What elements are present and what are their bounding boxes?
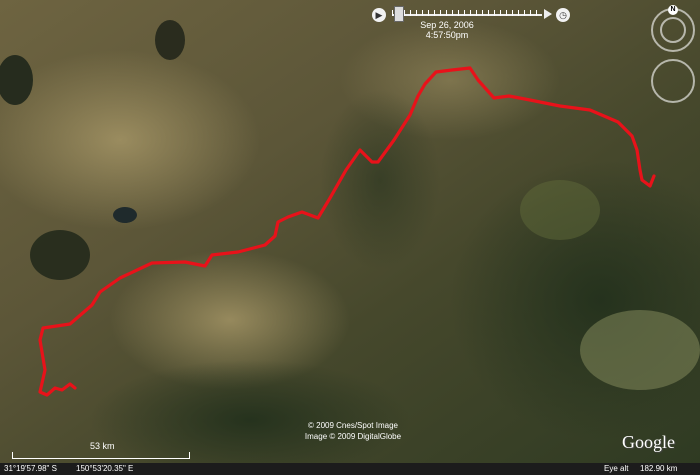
time-ticks [392, 10, 542, 16]
time-label: Sep 26, 2006 4:57:50pm [402, 20, 492, 40]
north-label[interactable]: N [668, 5, 678, 15]
time-text: 4:57:50pm [425, 30, 469, 40]
status-bar: 31°19'57.98" S 150°53'20.35" E Eye alt 1… [0, 463, 700, 475]
look-ring-icon[interactable] [660, 17, 686, 43]
satellite-map[interactable] [0, 0, 700, 475]
eye-alt-label: Eye alt [604, 464, 629, 473]
google-logo: Google [622, 432, 675, 452]
play-icon[interactable]: ▶ [372, 8, 386, 22]
scale-label: 53 km [90, 441, 115, 451]
navigation-controls[interactable]: N [648, 4, 698, 104]
latitude-readout: 31°19'57.98" S [4, 464, 57, 473]
longitude-readout: 150°53'20.35" E [76, 464, 134, 473]
scale-bar: 53 km [12, 441, 190, 461]
time-slider[interactable]: ▶ ◷ Sep 26, 2006 4:57:50pm [372, 4, 572, 40]
move-ring-icon[interactable] [651, 59, 695, 103]
clock-icon[interactable]: ◷ [556, 8, 570, 22]
credit-line-1: © 2009 Cnes/Spot Image [308, 421, 398, 430]
image-credits: © 2009 Cnes/Spot Image Image © 2009 Digi… [298, 420, 408, 442]
eye-alt-value: 182.90 km [640, 464, 678, 473]
date-text: Sep 26, 2006 [420, 20, 474, 30]
forward-icon[interactable] [544, 9, 552, 19]
scale-line [12, 452, 190, 459]
credit-line-2: Image © 2009 DigitalGlobe [304, 432, 402, 441]
